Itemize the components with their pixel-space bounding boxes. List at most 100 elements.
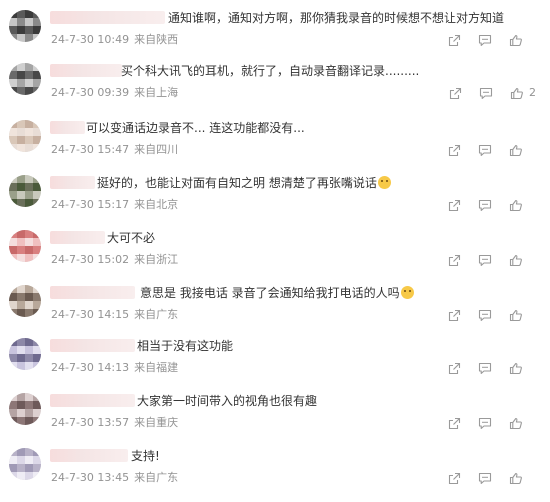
avatar[interactable] bbox=[9, 63, 41, 95]
comment-icon bbox=[478, 34, 492, 46]
comment-icon bbox=[478, 254, 492, 266]
avatar[interactable] bbox=[9, 10, 41, 42]
avatar[interactable] bbox=[9, 175, 41, 207]
comment-meta: 24-7-30 10:49 来自陕西 bbox=[51, 33, 183, 47]
comment-text: 通知谁啊，通知对方啊，那你猜我录音的时候想不想让对方知道 bbox=[168, 11, 505, 25]
thumbs-up-icon bbox=[509, 362, 522, 374]
comment-item: 支持! 24-7-30 13:45 来自广东 bbox=[0, 448, 550, 502]
comment-location: 来自广东 bbox=[134, 471, 179, 484]
comment-item: 买个科大讯飞的耳机，就行了，自动录音翻译记录......... 24-7-30 0… bbox=[0, 63, 550, 117]
comment-icon bbox=[478, 362, 492, 374]
share-button[interactable] bbox=[445, 251, 463, 269]
share-button[interactable] bbox=[446, 84, 464, 102]
share-button[interactable] bbox=[445, 414, 463, 432]
reply-button[interactable] bbox=[476, 141, 494, 159]
reply-button[interactable] bbox=[476, 359, 494, 377]
comment-text: 意思是 我接电话 录音了会通知给我打电话的人吗 bbox=[140, 285, 414, 301]
comment-location: 来自福建 bbox=[134, 361, 179, 374]
comment-meta: 24-7-30 13:45 来自广东 bbox=[51, 471, 183, 485]
share-button[interactable] bbox=[445, 31, 463, 49]
comment-time: 24-7-30 14:15 bbox=[51, 308, 130, 321]
avatar[interactable] bbox=[9, 338, 41, 370]
share-button[interactable] bbox=[445, 359, 463, 377]
comment-item: 大家第一时间带入的视角也很有趣 24-7-30 13:57 来自重庆 bbox=[0, 393, 550, 447]
share-button[interactable] bbox=[445, 196, 463, 214]
username-redacted[interactable] bbox=[50, 231, 105, 244]
comment-list: 通知谁啊，通知对方啊，那你猜我录音的时候想不想让对方知道 24-7-30 10:4… bbox=[0, 0, 550, 495]
comment-actions bbox=[432, 414, 536, 432]
avatar[interactable] bbox=[9, 230, 41, 262]
comment-location: 来自陕西 bbox=[134, 33, 179, 46]
comment-time: 24-7-30 15:17 bbox=[51, 198, 130, 211]
username-redacted[interactable] bbox=[50, 11, 165, 24]
like-button[interactable] bbox=[507, 359, 525, 377]
avatar[interactable] bbox=[9, 120, 41, 152]
comment-text: 可以变通话边录音不... 连这功能都没有... bbox=[86, 121, 305, 135]
comment-icon bbox=[478, 144, 492, 156]
comment-actions bbox=[432, 196, 536, 214]
avatar[interactable] bbox=[9, 393, 41, 425]
username-redacted[interactable] bbox=[50, 339, 135, 352]
username-redacted[interactable] bbox=[50, 64, 122, 77]
comment-location: 来自上海 bbox=[134, 86, 179, 99]
thumbs-up-icon bbox=[509, 34, 522, 46]
reply-button[interactable] bbox=[476, 31, 494, 49]
like-button[interactable] bbox=[507, 196, 525, 214]
comment-location: 来自重庆 bbox=[134, 416, 179, 429]
comment-time: 24-7-30 09:39 bbox=[51, 86, 130, 99]
comment-time: 24-7-30 10:49 bbox=[51, 33, 130, 46]
comment-meta: 24-7-30 15:02 来自浙江 bbox=[51, 253, 183, 267]
reply-button[interactable] bbox=[476, 306, 494, 324]
reply-button[interactable] bbox=[476, 414, 494, 432]
like-button[interactable] bbox=[507, 414, 525, 432]
like-count: 2 bbox=[529, 86, 536, 99]
comment-meta: 24-7-30 15:47 来自四川 bbox=[51, 143, 183, 157]
comment-actions bbox=[432, 469, 536, 487]
comment-icon bbox=[478, 417, 492, 429]
like-button[interactable] bbox=[507, 31, 525, 49]
share-icon bbox=[448, 417, 460, 429]
comment-text: 相当于没有这功能 bbox=[137, 339, 234, 353]
reply-button[interactable] bbox=[476, 469, 494, 487]
comment-actions bbox=[432, 141, 536, 159]
reply-button[interactable] bbox=[476, 251, 494, 269]
share-button[interactable] bbox=[445, 469, 463, 487]
share-icon bbox=[448, 362, 460, 374]
like-button[interactable] bbox=[507, 141, 525, 159]
comment-location: 来自四川 bbox=[134, 143, 179, 156]
comment-text: 买个科大讯飞的耳机，就行了，自动录音翻译记录......... bbox=[121, 64, 420, 78]
comment-meta: 24-7-30 15:17 来自北京 bbox=[51, 198, 183, 212]
comment-text: 挺好的，也能让对面有自知之明 想清楚了再张嘴说话 bbox=[97, 175, 391, 191]
avatar[interactable] bbox=[9, 285, 41, 317]
username-redacted[interactable] bbox=[50, 394, 135, 407]
username-redacted[interactable] bbox=[50, 176, 95, 189]
emoji-icon bbox=[400, 286, 414, 299]
comment-item: 相当于没有这功能 24-7-30 14:13 来自福建 bbox=[0, 338, 550, 392]
comment-item: 挺好的，也能让对面有自知之明 想清楚了再张嘴说话 24-7-30 15:17 来自北… bbox=[0, 175, 550, 229]
thumbs-up-icon bbox=[509, 254, 522, 266]
like-button[interactable] bbox=[507, 306, 525, 324]
share-button[interactable] bbox=[445, 141, 463, 159]
comment-time: 24-7-30 14:13 bbox=[51, 361, 130, 374]
like-button[interactable] bbox=[507, 251, 525, 269]
like-button[interactable] bbox=[507, 469, 525, 487]
reply-button[interactable] bbox=[476, 196, 494, 214]
share-button[interactable] bbox=[445, 306, 463, 324]
avatar[interactable] bbox=[9, 448, 41, 480]
comment-item: 通知谁啊，通知对方啊，那你猜我录音的时候想不想让对方知道 24-7-30 10:4… bbox=[0, 10, 550, 64]
comment-icon bbox=[478, 199, 492, 211]
like-button[interactable] bbox=[508, 84, 526, 102]
share-icon bbox=[448, 34, 460, 46]
comment-meta: 24-7-30 13:57 来自重庆 bbox=[51, 416, 183, 430]
username-redacted[interactable] bbox=[50, 121, 85, 134]
comment-time: 24-7-30 13:45 bbox=[51, 471, 130, 484]
comment-icon bbox=[479, 87, 493, 99]
share-icon bbox=[448, 254, 460, 266]
share-icon bbox=[448, 472, 460, 484]
share-icon bbox=[449, 87, 461, 99]
username-redacted[interactable] bbox=[50, 286, 135, 299]
comment-meta: 24-7-30 14:13 来自福建 bbox=[51, 361, 183, 375]
comment-text: 大可不必 bbox=[107, 231, 156, 245]
username-redacted[interactable] bbox=[50, 449, 128, 462]
reply-button[interactable] bbox=[477, 84, 495, 102]
